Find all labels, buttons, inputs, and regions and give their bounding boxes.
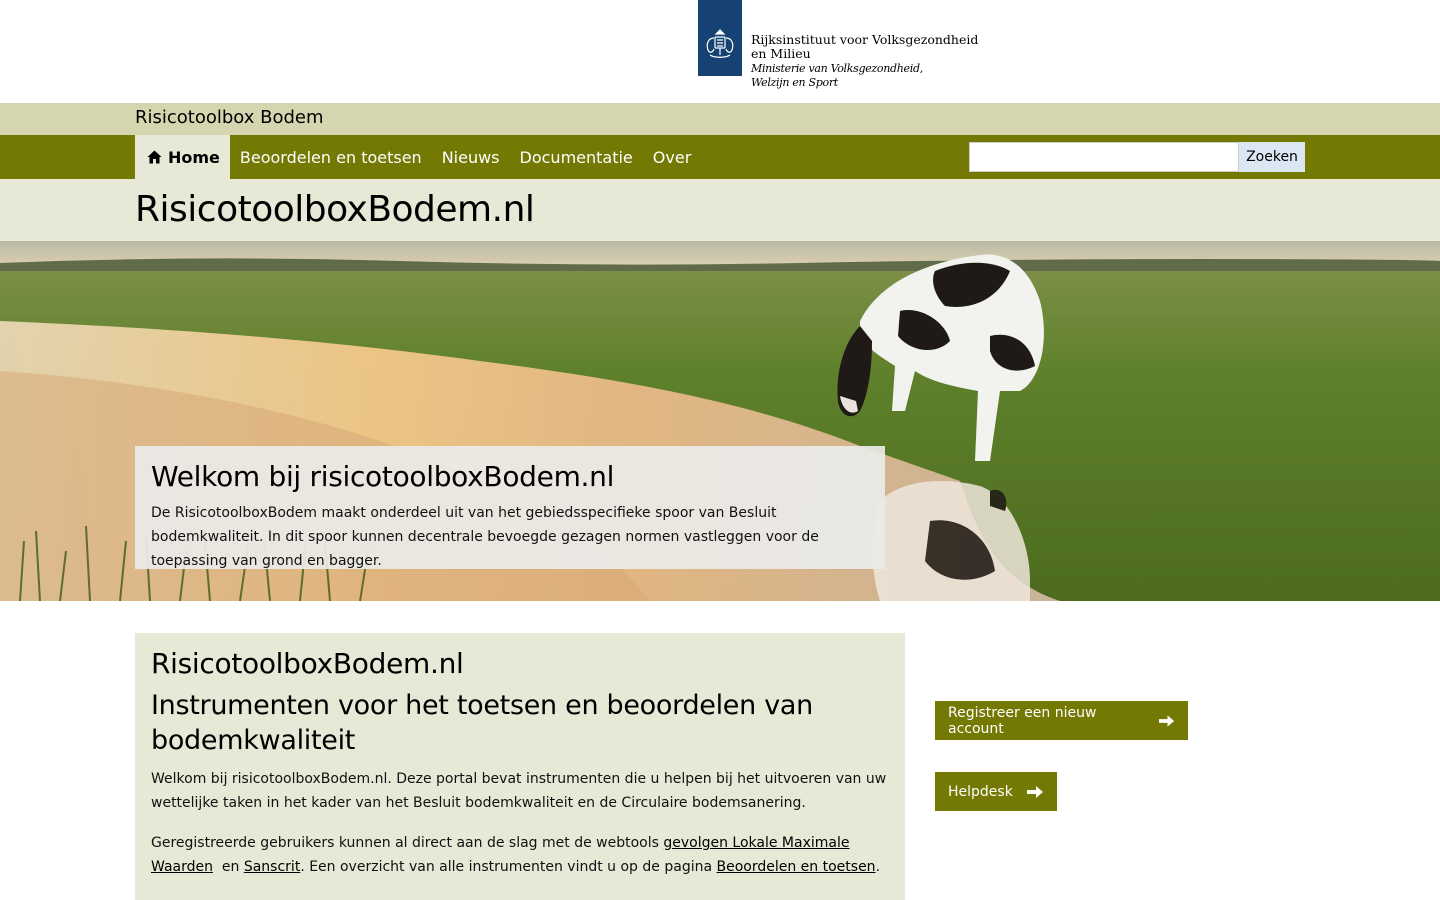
helpdesk-label: Helpdesk bbox=[948, 783, 1013, 800]
search-input[interactable] bbox=[969, 142, 1239, 172]
page-title: RisicotoolboxBodem.nl bbox=[135, 189, 535, 230]
hero-banner: Welkom bij risicotoolboxBodem.nl De Risi… bbox=[0, 241, 1440, 601]
search-form: Zoeken bbox=[969, 142, 1305, 172]
nav-item-over[interactable]: Over bbox=[643, 135, 701, 179]
helpdesk-button[interactable]: Helpdesk bbox=[935, 772, 1057, 811]
ministry-line1: Ministerie van Volksgezondheid, bbox=[751, 62, 923, 75]
nav-item-label: Beoordelen en toetsen bbox=[239, 147, 422, 167]
arrow-right-icon bbox=[1158, 714, 1174, 727]
search-button[interactable]: Zoeken bbox=[1239, 142, 1305, 172]
register-account-button[interactable]: Registreer een nieuw account bbox=[935, 701, 1188, 740]
link-sanscrit[interactable]: Sanscrit bbox=[244, 859, 300, 875]
home-icon bbox=[147, 150, 162, 164]
nav-item-nieuws[interactable]: Nieuws bbox=[432, 135, 510, 179]
logo[interactable] bbox=[698, 0, 742, 76]
org-name-line2: en Milieu bbox=[751, 46, 811, 61]
text-fragment: . bbox=[875, 859, 881, 875]
coat-of-arms-icon bbox=[706, 29, 734, 58]
nav-item-beoordelen[interactable]: Beoordelen en toetsen bbox=[230, 135, 432, 179]
organization-name: Rijksinstituut voor Volksgezondheid en M… bbox=[751, 33, 978, 90]
nav-item-documentatie[interactable]: Documentatie bbox=[510, 135, 643, 179]
nav-item-label: Over bbox=[652, 147, 692, 167]
intro-paragraph-2: Geregistreerde gebruikers kunnen al dire… bbox=[151, 831, 889, 879]
page-title-band: RisicotoolboxBodem.nl bbox=[0, 179, 1440, 241]
ministry-line2: Welzijn en Sport bbox=[751, 76, 838, 89]
intro-paragraph-1: Welkom bij risicotoolboxBodem.nl. Deze p… bbox=[151, 771, 887, 811]
nav-item-home[interactable]: Home bbox=[135, 135, 230, 179]
intro-heading: RisicotoolboxBodem.nl bbox=[151, 647, 464, 680]
welcome-box: Welkom bij risicotoolboxBodem.nl De Risi… bbox=[135, 446, 885, 569]
welcome-text: De RisicotoolboxBodem maakt onderdeel ui… bbox=[151, 505, 819, 569]
text-fragment: Geregistreerde gebruikers kunnen al dire… bbox=[151, 835, 664, 851]
intro-card: RisicotoolboxBodem.nl Instrumenten voor … bbox=[135, 633, 905, 900]
nav-item-label: Home bbox=[168, 147, 220, 167]
text-fragment: en bbox=[213, 859, 244, 875]
org-name-line1: Rijksinstituut voor Volksgezondheid bbox=[751, 32, 979, 47]
nav-item-label: Nieuws bbox=[441, 147, 500, 167]
nav-item-label: Documentatie bbox=[519, 147, 633, 167]
link-beoordelen-en-toetsen[interactable]: Beoordelen en toetsen bbox=[717, 859, 876, 875]
main-navigation: Home Beoordelen en toetsen Nieuws Docume… bbox=[0, 135, 1440, 179]
text-fragment: . Een overzicht van alle instrumenten vi… bbox=[300, 859, 717, 875]
intro-subheading: Instrumenten voor het toetsen en beoorde… bbox=[151, 690, 813, 756]
nav-menu: Home Beoordelen en toetsen Nieuws Docume… bbox=[135, 135, 701, 179]
site-name-bar: Risicotoolbox Bodem bbox=[0, 103, 1440, 135]
site-name[interactable]: Risicotoolbox Bodem bbox=[135, 107, 324, 128]
register-account-label: Registreer een nieuw account bbox=[948, 704, 1097, 737]
arrow-right-icon bbox=[1026, 785, 1043, 798]
site-header: Rijksinstituut voor Volksgezondheid en M… bbox=[0, 0, 1440, 103]
welcome-title: Welkom bij risicotoolboxBodem.nl bbox=[151, 460, 615, 493]
